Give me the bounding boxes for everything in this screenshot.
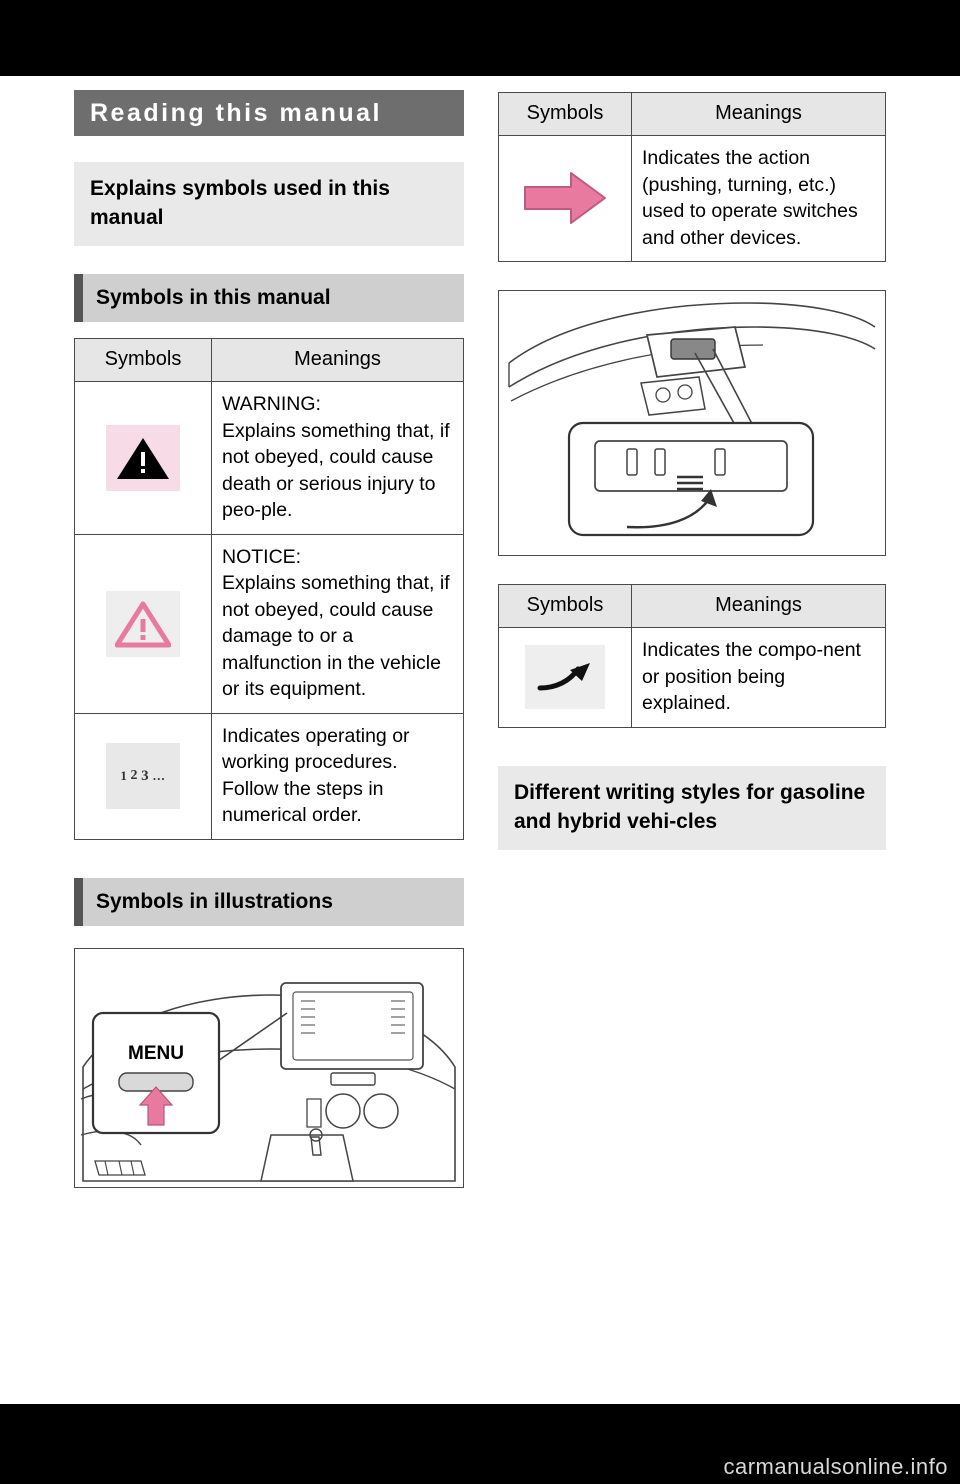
- right-column: Symbols Meanings Indicates the action (p…: [498, 90, 886, 850]
- warning-symbol-cell: [74, 381, 212, 535]
- overhead-console-switch-illustration: [498, 290, 886, 556]
- warning-triangle-icon: [106, 424, 180, 491]
- steps-meaning-cell: Indicates operating or working procedure…: [211, 712, 464, 840]
- symbols-table-right-component: Symbols Meanings Indicates the compo-nen…: [498, 584, 886, 728]
- column-header-meanings: Meanings: [631, 584, 886, 628]
- component-arrow-meaning-cell: Indicates the compo-nent or position bei…: [631, 627, 886, 728]
- symbols-table-left: Symbols Meanings WARNING: Explains somet…: [74, 338, 464, 840]
- page-top-black-bar: [0, 0, 960, 76]
- table-row: Indicates the compo-nent or position bei…: [498, 627, 886, 728]
- steps-symbol-cell: 1 2 3 ...: [74, 712, 212, 840]
- component-arrow-symbol-cell: [498, 627, 632, 728]
- chapter-title: Reading this manual: [74, 90, 464, 136]
- notice-triangle-icon: [106, 590, 180, 657]
- dashboard-menu-switch-illustration: MENU: [74, 947, 464, 1188]
- svg-text:MENU: MENU: [128, 1043, 184, 1064]
- left-column: Reading this manual Explains symbols use…: [74, 90, 464, 1188]
- site-watermark: carmanualsonline.info: [723, 1454, 948, 1479]
- table-header-row: Symbols Meanings: [498, 584, 886, 628]
- symbols-table-right-action: Symbols Meanings Indicates the action (p…: [498, 92, 886, 262]
- column-header-symbols: Symbols: [498, 584, 632, 628]
- page-content: Reading this manual Explains symbols use…: [0, 76, 960, 1404]
- table-row: Indicates the action (pushing, turning, …: [498, 135, 886, 262]
- subsection-heading-symbols-in-this-manual: Symbols in this manual: [74, 274, 464, 322]
- section-heading-explains-symbols: Explains symbols used in this manual: [74, 162, 464, 246]
- column-header-meanings: Meanings: [211, 338, 464, 382]
- action-arrow-symbol-cell: [498, 135, 632, 262]
- table-header-row: Symbols Meanings: [74, 338, 464, 382]
- action-arrow-meaning-cell: Indicates the action (pushing, turning, …: [631, 135, 886, 262]
- manual-page: Reading this manual Explains symbols use…: [0, 0, 960, 1484]
- column-header-meanings: Meanings: [631, 92, 886, 136]
- table-row: WARNING: Explains something that, if not…: [74, 381, 464, 535]
- table-row: NOTICE: Explains something that, if not …: [74, 533, 464, 714]
- notice-symbol-cell: [74, 533, 212, 714]
- pink-block-arrow-icon: [517, 162, 613, 234]
- subsection-heading-symbols-in-illustrations: Symbols in illustrations: [74, 877, 464, 926]
- warning-meaning-cell: WARNING: Explains something that, if not…: [211, 381, 464, 535]
- black-curved-arrow-icon: [525, 645, 605, 710]
- section-heading-writing-styles: Different writing styles for gasoline an…: [498, 765, 886, 850]
- notice-meaning-cell: NOTICE: Explains something that, if not …: [211, 533, 464, 714]
- numbered-steps-icon: 1 2 3 ...: [106, 743, 180, 809]
- table-header-row: Symbols Meanings: [498, 92, 886, 136]
- table-row: 1 2 3 ... Indicates operating or working…: [74, 712, 464, 840]
- column-header-symbols: Symbols: [74, 338, 212, 382]
- column-header-symbols: Symbols: [498, 92, 632, 136]
